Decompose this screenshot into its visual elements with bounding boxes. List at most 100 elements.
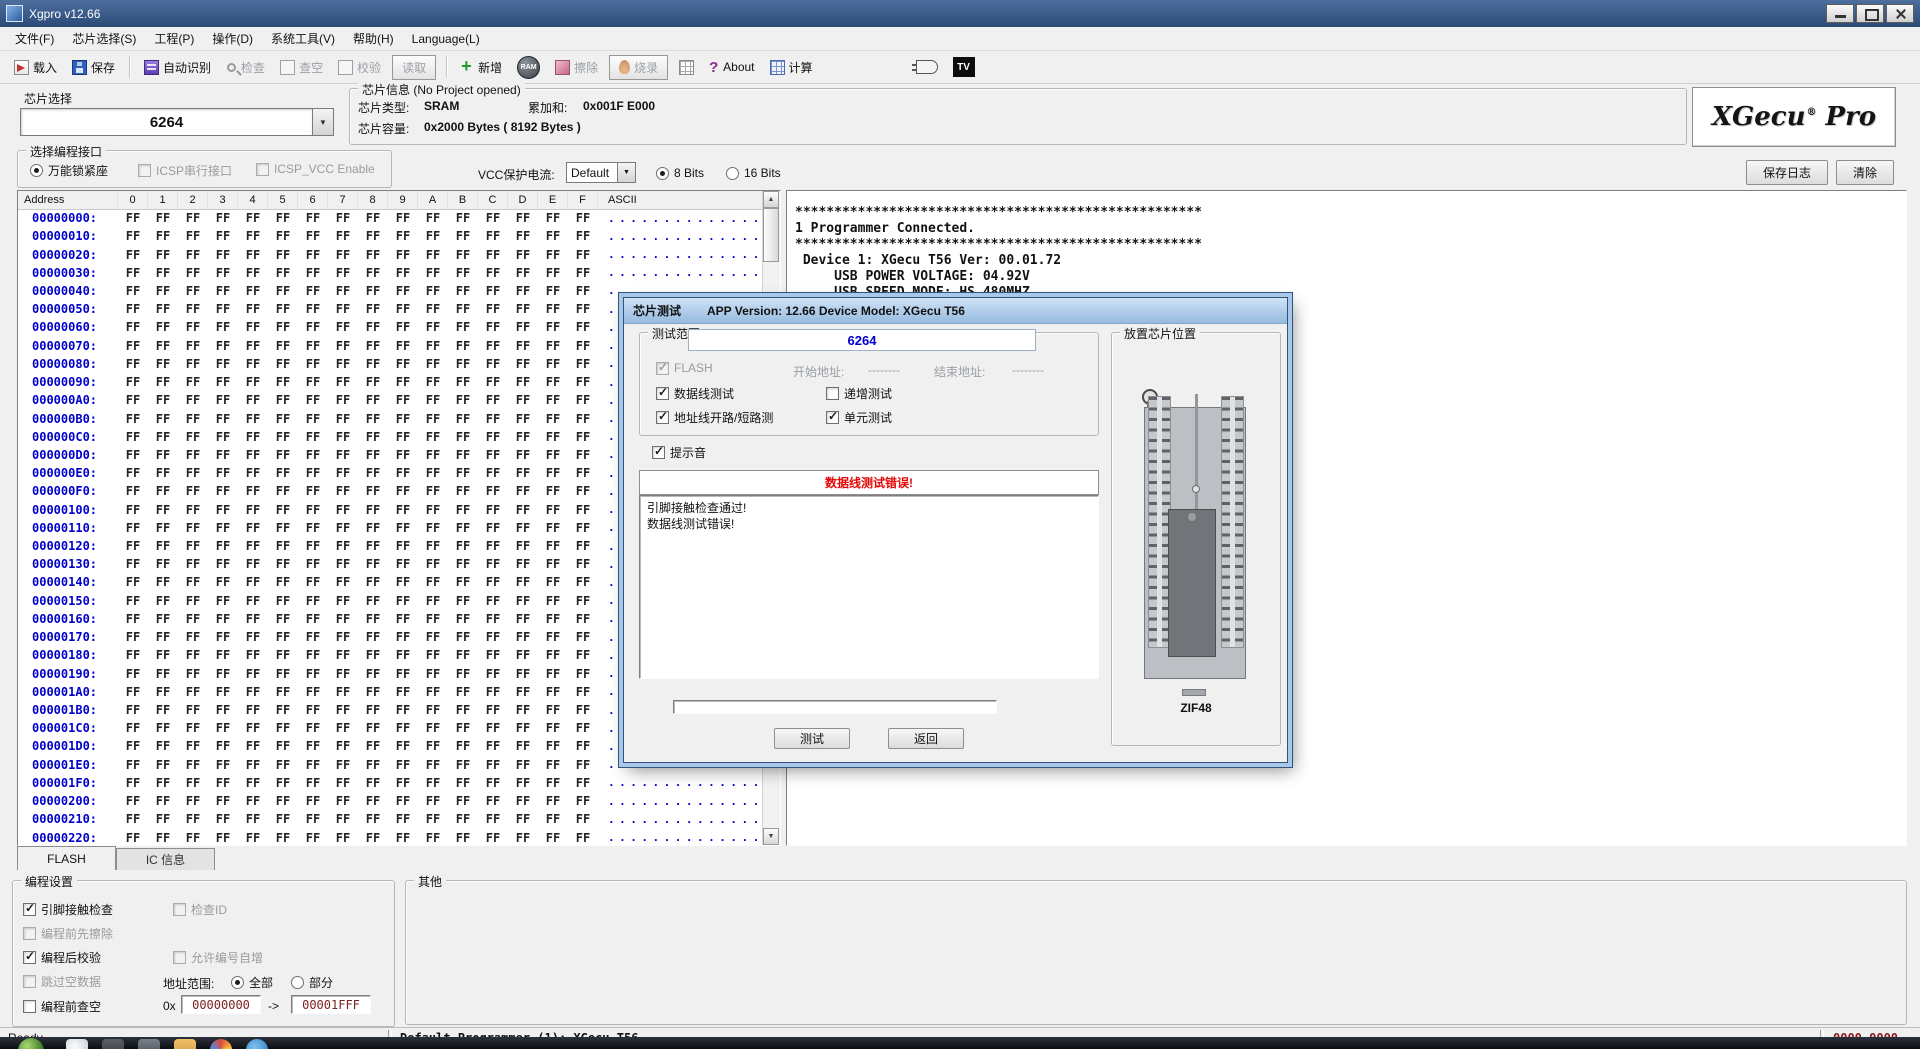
hex-byte[interactable]: FF xyxy=(538,302,568,316)
bits8-radio[interactable]: 8 Bits xyxy=(656,166,704,180)
hex-byte[interactable]: FF xyxy=(358,248,388,262)
hex-byte[interactable]: FF xyxy=(388,229,418,243)
scroll-up-icon[interactable] xyxy=(763,191,779,208)
hex-byte[interactable]: FF xyxy=(298,739,328,753)
hex-byte[interactable]: FF xyxy=(178,412,208,426)
hex-byte[interactable]: FF xyxy=(118,630,148,644)
addr-from-field[interactable]: 00000000 xyxy=(181,995,261,1014)
auto-serial-checkbox[interactable]: 允许编号自增 xyxy=(173,949,263,966)
hex-byte[interactable]: FF xyxy=(478,466,508,480)
hex-byte[interactable]: FF xyxy=(388,721,418,735)
hex-byte[interactable]: FF xyxy=(238,357,268,371)
hex-byte[interactable]: FF xyxy=(568,339,598,353)
hex-byte[interactable]: FF xyxy=(508,794,538,808)
hex-byte[interactable]: FF xyxy=(478,703,508,717)
hex-byte[interactable]: FF xyxy=(118,721,148,735)
hex-byte[interactable]: FF xyxy=(568,594,598,608)
hex-byte[interactable]: FF xyxy=(178,612,208,626)
hex-byte[interactable]: FF xyxy=(448,721,478,735)
auto-detect-button[interactable]: 自动识别 xyxy=(140,58,215,77)
hex-byte[interactable]: FF xyxy=(208,758,238,772)
hex-byte[interactable]: FF xyxy=(268,794,298,808)
hex-byte[interactable]: FF xyxy=(568,248,598,262)
hex-byte[interactable]: FF xyxy=(448,557,478,571)
hex-byte[interactable]: FF xyxy=(148,320,178,334)
hex-byte[interactable]: FF xyxy=(328,375,358,389)
hex-byte[interactable]: FF xyxy=(118,685,148,699)
hex-byte[interactable]: FF xyxy=(268,630,298,644)
hex-byte[interactable]: FF xyxy=(478,812,508,826)
hex-byte[interactable]: FF xyxy=(508,229,538,243)
hex-byte[interactable]: FF xyxy=(178,320,208,334)
hex-byte[interactable]: FF xyxy=(508,594,538,608)
hex-byte[interactable]: FF xyxy=(148,284,178,298)
menu-chip-select[interactable]: 芯片选择(S) xyxy=(63,28,145,49)
hex-byte[interactable]: FF xyxy=(448,284,478,298)
hex-byte[interactable]: FF xyxy=(208,430,238,444)
chevron-down-icon[interactable]: ▼ xyxy=(618,162,636,183)
hex-byte[interactable]: FF xyxy=(478,448,508,462)
hex-byte[interactable]: FF xyxy=(448,739,478,753)
hex-byte[interactable]: FF xyxy=(268,831,298,845)
hex-byte[interactable]: FF xyxy=(238,448,268,462)
hex-byte[interactable]: FF xyxy=(268,393,298,407)
hex-byte[interactable]: FF xyxy=(268,575,298,589)
hex-byte[interactable]: FF xyxy=(568,430,598,444)
hex-byte[interactable]: FF xyxy=(388,758,418,772)
hex-byte[interactable]: FF xyxy=(118,339,148,353)
hex-byte[interactable]: FF xyxy=(448,248,478,262)
test-button[interactable]: 测试 xyxy=(774,728,850,749)
hex-byte[interactable]: FF xyxy=(508,466,538,480)
hex-byte[interactable]: FF xyxy=(538,266,568,280)
hex-byte[interactable]: FF xyxy=(238,612,268,626)
hex-byte[interactable]: FF xyxy=(208,302,238,316)
hex-byte[interactable]: FF xyxy=(568,266,598,280)
hex-byte[interactable]: FF xyxy=(538,412,568,426)
hex-byte[interactable]: FF xyxy=(478,539,508,553)
hex-byte[interactable]: FF xyxy=(508,831,538,845)
hex-byte[interactable]: FF xyxy=(178,721,208,735)
hex-byte[interactable]: FF xyxy=(568,229,598,243)
hex-byte[interactable]: FF xyxy=(568,302,598,316)
hex-byte[interactable]: FF xyxy=(508,721,538,735)
hex-byte[interactable]: FF xyxy=(208,375,238,389)
hex-byte[interactable]: FF xyxy=(268,248,298,262)
hex-byte[interactable]: FF xyxy=(178,393,208,407)
hex-byte[interactable]: FF xyxy=(298,612,328,626)
hex-byte[interactable]: FF xyxy=(208,630,238,644)
hex-byte[interactable]: FF xyxy=(358,320,388,334)
hex-byte[interactable]: FF xyxy=(358,484,388,498)
hex-byte[interactable]: FF xyxy=(538,248,568,262)
hex-byte[interactable]: FF xyxy=(238,648,268,662)
hex-byte[interactable]: FF xyxy=(448,229,478,243)
flash-checkbox[interactable]: FLASH xyxy=(656,361,713,375)
hex-byte[interactable]: FF xyxy=(418,648,448,662)
hex-byte[interactable]: FF xyxy=(358,685,388,699)
hex-byte[interactable]: FF xyxy=(328,831,358,845)
hex-byte[interactable]: FF xyxy=(178,739,208,753)
hex-byte[interactable]: FF xyxy=(118,229,148,243)
grid-view-button[interactable] xyxy=(675,59,698,76)
hex-byte[interactable]: FF xyxy=(238,503,268,517)
hex-byte[interactable]: FF xyxy=(448,703,478,717)
hex-byte[interactable]: FF xyxy=(268,320,298,334)
hex-byte[interactable]: FF xyxy=(568,393,598,407)
hex-byte[interactable]: FF xyxy=(118,266,148,280)
hex-byte[interactable]: FF xyxy=(148,685,178,699)
hex-byte[interactable]: FF xyxy=(418,266,448,280)
hex-byte[interactable]: FF xyxy=(478,357,508,371)
hex-byte[interactable]: FF xyxy=(268,339,298,353)
hex-byte[interactable]: FF xyxy=(478,648,508,662)
hex-byte[interactable]: FF xyxy=(448,266,478,280)
hex-byte[interactable]: FF xyxy=(508,339,538,353)
hex-byte[interactable]: FF xyxy=(178,648,208,662)
hex-byte[interactable]: FF xyxy=(478,248,508,262)
hex-byte[interactable]: FF xyxy=(298,575,328,589)
tab-flash[interactable]: FLASH xyxy=(17,846,116,870)
hex-byte[interactable]: FF xyxy=(148,812,178,826)
hex-byte[interactable]: FF xyxy=(118,812,148,826)
tv-button[interactable]: TV xyxy=(949,56,979,78)
hex-byte[interactable]: FF xyxy=(508,302,538,316)
hex-byte[interactable]: FF xyxy=(178,448,208,462)
hex-byte[interactable]: FF xyxy=(388,266,418,280)
